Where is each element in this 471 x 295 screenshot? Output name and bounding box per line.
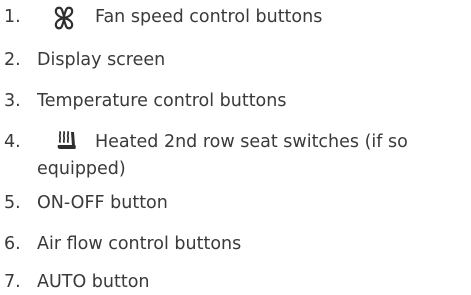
item-label: Display screen bbox=[37, 50, 166, 70]
item-label: Air flow control buttons bbox=[37, 234, 242, 254]
item-number: 6. bbox=[4, 234, 21, 254]
item-label-continued: equipped) bbox=[37, 159, 126, 179]
item-label: ON-OFF button bbox=[37, 193, 168, 213]
item-label: Heated 2nd row seat switches (if so bbox=[95, 132, 408, 152]
item-number: 5. bbox=[4, 193, 21, 213]
item-number: 3. bbox=[4, 91, 21, 111]
list-item-4: 4. Heated 2nd row seat switches (if so e… bbox=[0, 130, 471, 182]
item-label: Temperature control buttons bbox=[37, 91, 287, 111]
page: { "items": [ {"num": "1.", "icon": "fan-… bbox=[0, 0, 471, 292]
item-number: 4. bbox=[4, 132, 21, 152]
fan-icon bbox=[50, 6, 78, 38]
item-label: Fan speed control buttons bbox=[95, 7, 323, 27]
item-number: 1. bbox=[4, 7, 21, 27]
item-number: 2. bbox=[4, 50, 21, 70]
